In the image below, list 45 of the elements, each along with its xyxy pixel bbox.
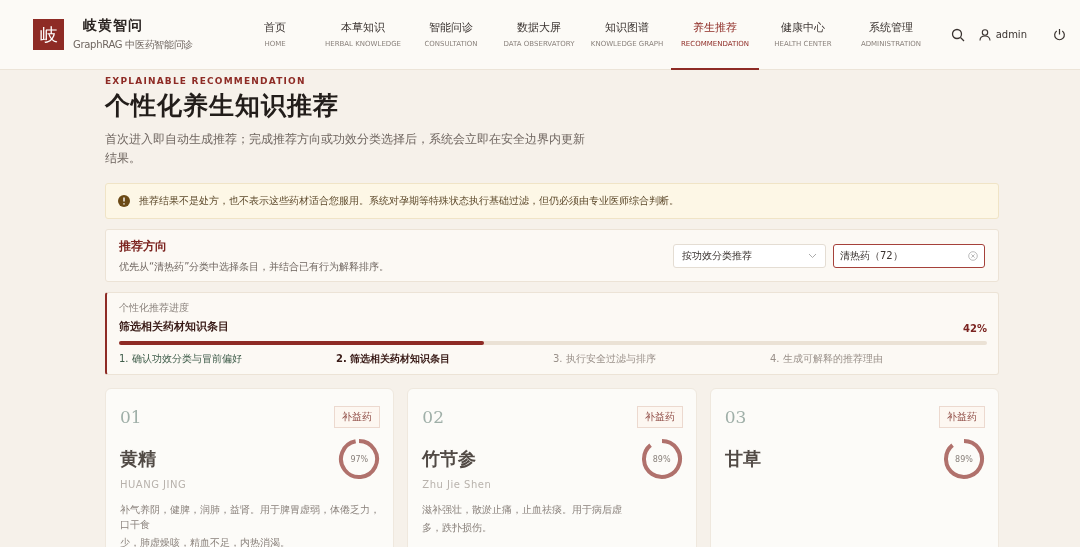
user-icon: [978, 28, 991, 41]
search-icon[interactable]: [950, 27, 965, 42]
progress-step: 4. 生成可解释的推荐理由: [770, 352, 987, 366]
chevron-down-icon: [808, 252, 817, 259]
app-subtitle: GraphRAG 中医药智能问诊: [73, 38, 194, 52]
category-tag: 补益药: [636, 406, 683, 428]
match-score: 89%: [954, 453, 974, 466]
page-description: 首次进入即自动生成推荐；完成推荐方向或功效分类选择后，系统会立即在安全边界内更新结果。: [105, 131, 585, 167]
card-index: 01: [120, 407, 142, 427]
mode-select[interactable]: 按功效分类推荐: [673, 243, 826, 268]
herb-name: 甘草: [724, 447, 761, 471]
current-step-title: 筛选相关药材知识条目: [119, 319, 229, 334]
match-score: 89%: [651, 453, 672, 466]
progress-step: 2. 筛选相关药材知识条目: [336, 352, 553, 366]
user-menu[interactable]: admin: [978, 28, 1027, 41]
card-index: 03: [724, 407, 747, 427]
progress-percent: 42%: [963, 323, 987, 334]
herb-description: 多，跌扑损伤。: [422, 521, 494, 535]
herb-card[interactable]: 02 补益药 竹节参 Zhu Jie Shen 89% 滋补强壮，散淤止痛，止血祛痰。用于病后虚 多，跌扑损伤。: [407, 388, 697, 547]
herb-description: 补气养阴，健脾，润肺，益肾。用于脾胃虚弱，体倦乏力，口干食: [120, 503, 381, 532]
progress-step: 1. 确认功效分类与冒前偏好: [119, 352, 336, 366]
page-title: 个性化养生知识推荐: [105, 90, 340, 122]
category-tag: 补益药: [334, 406, 381, 428]
progress-step: 3. 执行安全过滤与排序: [553, 352, 770, 366]
herb-card[interactable]: 01 补益药 黄精 HUANG JING 97% 补气养阴，健脾，润肺，益肾。用于脾胃虚弱，体倦乏力，口干食 少，肺虚燥咳，精血不足，内热消渴。: [105, 388, 395, 547]
category-field[interactable]: 清热药（72）: [833, 243, 985, 268]
panel-hint: 优先从“清热药”分类中选择条目，并结合已有行为解释排序。: [119, 259, 390, 274]
match-score: 97%: [349, 453, 370, 466]
panel-title: 推荐方向: [119, 237, 168, 255]
herb-description: 少，肺虚燥咳，精血不足，内热消渴。: [120, 536, 291, 547]
logo-mark: 岐: [33, 19, 64, 50]
herb-name: 黄精: [120, 447, 157, 471]
card-index: 02: [422, 407, 444, 427]
warning-icon: [118, 195, 130, 207]
app-title: 岐黄智问: [82, 17, 144, 35]
herb-name: 竹节参: [422, 447, 478, 471]
herb-pinyin: Zhu Jie Shen: [422, 479, 492, 490]
power-icon[interactable]: [1053, 28, 1066, 41]
herb-description: 滋补强壮，散淤止痛，止血祛痰。用于病后虚: [422, 503, 624, 517]
progress-label: 个性化推荐进度: [119, 301, 190, 315]
eyebrow-label: EXPLAINABLE RECOMMENDATION: [105, 76, 307, 86]
herb-card[interactable]: 03 补益药 甘草 89%: [709, 388, 999, 547]
herb-pinyin: HUANG JING: [120, 479, 187, 490]
category-tag: 补益药: [939, 406, 985, 428]
notice-text: 推荐结果不是处方，也不表示这些药材适合您服用。系统对孕期等特殊状态执行基础过滤，但仍必须由专业医师综合判断。: [139, 194, 679, 208]
